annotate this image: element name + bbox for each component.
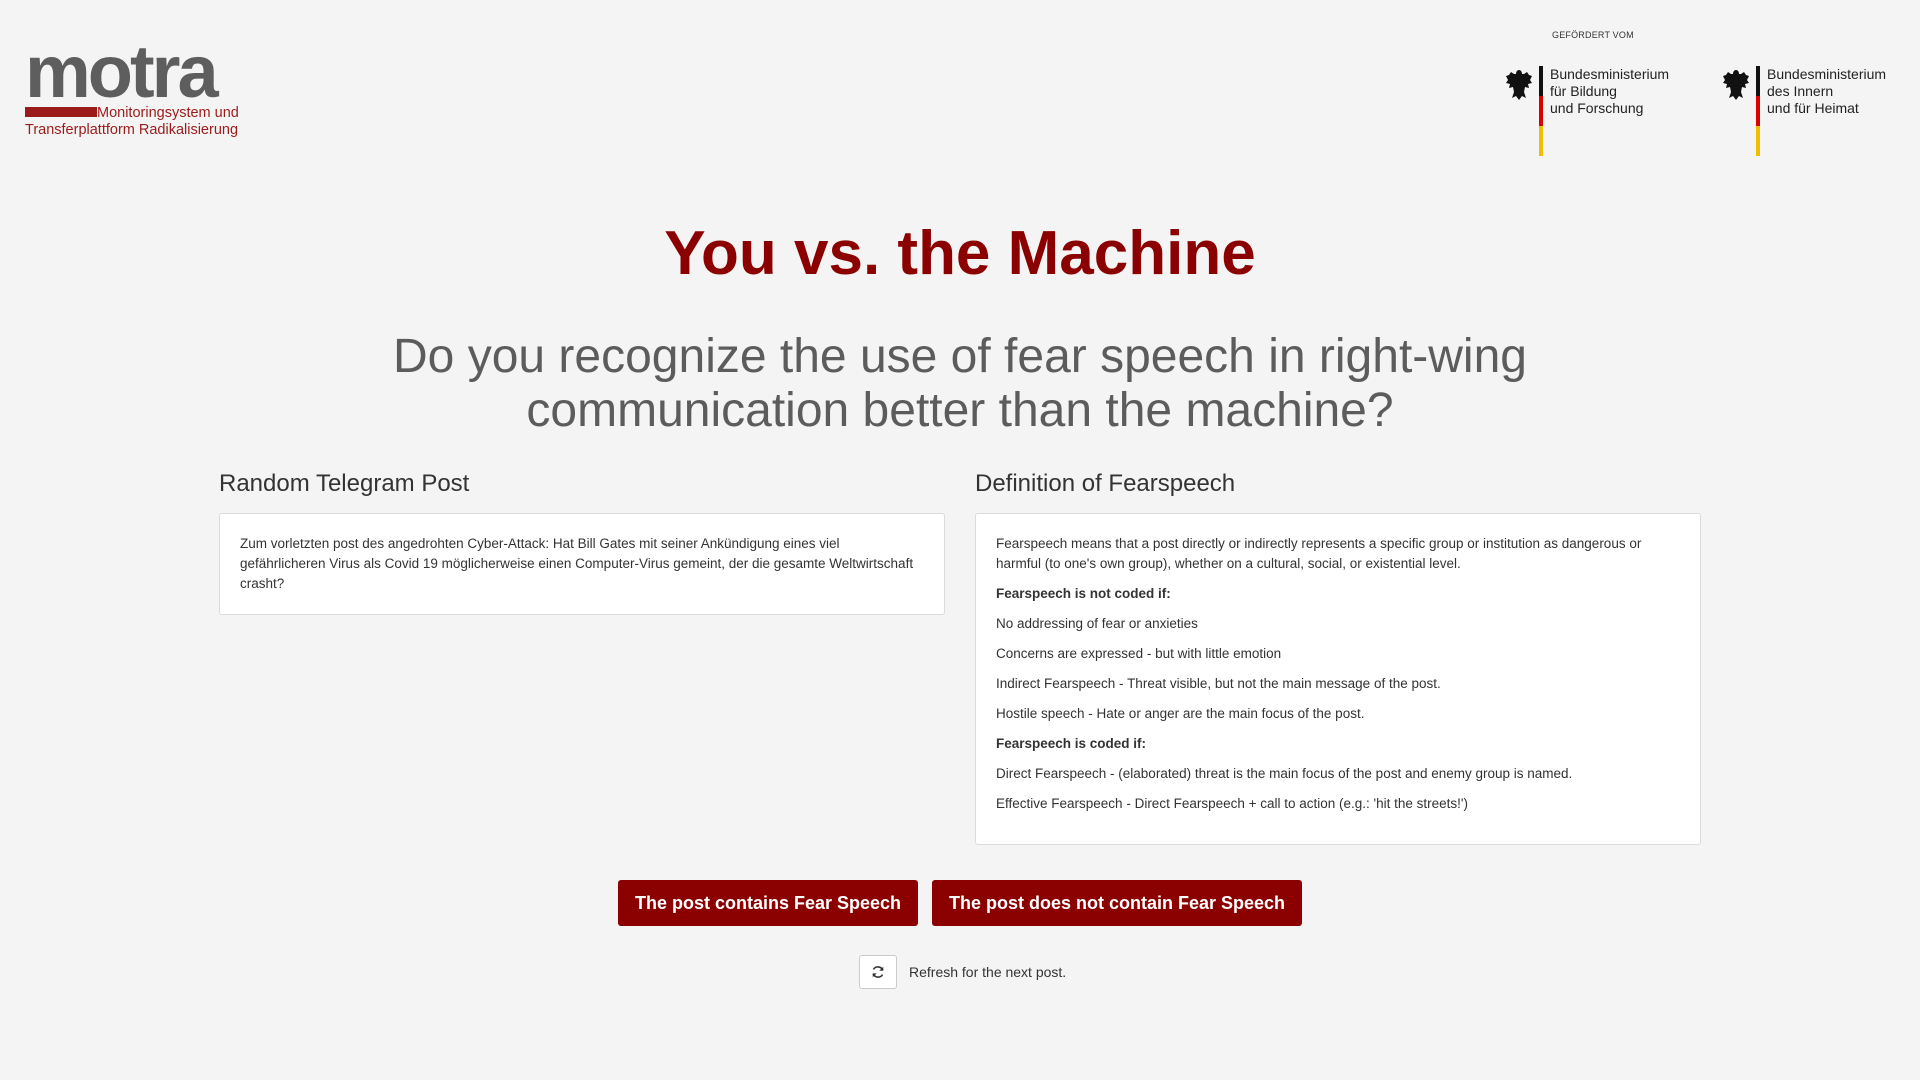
ministry-logo-bmbf: Bundesministerium für Bildung und Forsch… [1505,64,1675,164]
german-flag-bar [1756,66,1760,156]
contains-fear-speech-button[interactable]: The post contains Fear Speech [618,880,918,926]
coded-item: Direct Fearspeech - (elaborated) threat … [996,766,1573,781]
ministry-logo-bmi: Bundesministerium des Innern und für Hei… [1722,64,1902,164]
not-coded-item: Indirect Fearspeech - Threat visible, bu… [996,676,1441,691]
page-subtitle: Do you recognize the use of fear speech … [393,330,1527,437]
post-heading: Random Telegram Post [219,470,470,497]
german-flag-bar [1539,66,1543,156]
post-text: Zum vorletzten post des angedrohten Cybe… [240,536,914,591]
ministry-name: Bundesministerium des Innern und für Hei… [1767,66,1887,116]
federal-eagle-icon [1506,70,1532,100]
not-coded-heading: Fearspeech is not coded if: [996,586,1171,601]
post-card: Zum vorletzten post des angedrohten Cybe… [219,513,945,615]
page-title: You vs. the Machine [664,219,1256,288]
refresh-button[interactable] [859,955,897,989]
logo-subtitle-2: Transferplattform Radikalisierung [25,122,239,138]
no-fear-speech-button[interactable]: The post does not contain Fear Speech [932,880,1302,926]
logo-subtitle-1: Monitoringsystem und [97,105,239,121]
definition-card: Fearspeech means that a post directly or… [975,513,1701,845]
logo-word: motra [25,30,219,113]
refresh-icon [872,966,884,978]
coded-item: Effective Fearspeech - Direct Fearspeech… [996,796,1468,811]
not-coded-item: No addressing of fear or anxieties [996,616,1198,631]
refresh-label: Refresh for the next post. [909,964,1067,980]
logo-bar [25,107,97,117]
funding-label: GEFÖRDERT VOM [1552,30,1634,40]
definition-heading: Definition of Fearspeech [975,470,1236,497]
not-coded-item: Concerns are expressed - but with little… [996,646,1282,661]
motra-logo: motra Monitoringsystem und Transferplatt… [25,35,255,145]
not-coded-item: Hostile speech - Hate or anger are the m… [996,706,1365,721]
coded-heading: Fearspeech is coded if: [996,736,1147,751]
ministry-name: Bundesministerium für Bildung und Forsch… [1550,66,1670,116]
definition-intro: Fearspeech means that a post directly or… [996,536,1642,571]
federal-eagle-icon [1723,70,1749,100]
